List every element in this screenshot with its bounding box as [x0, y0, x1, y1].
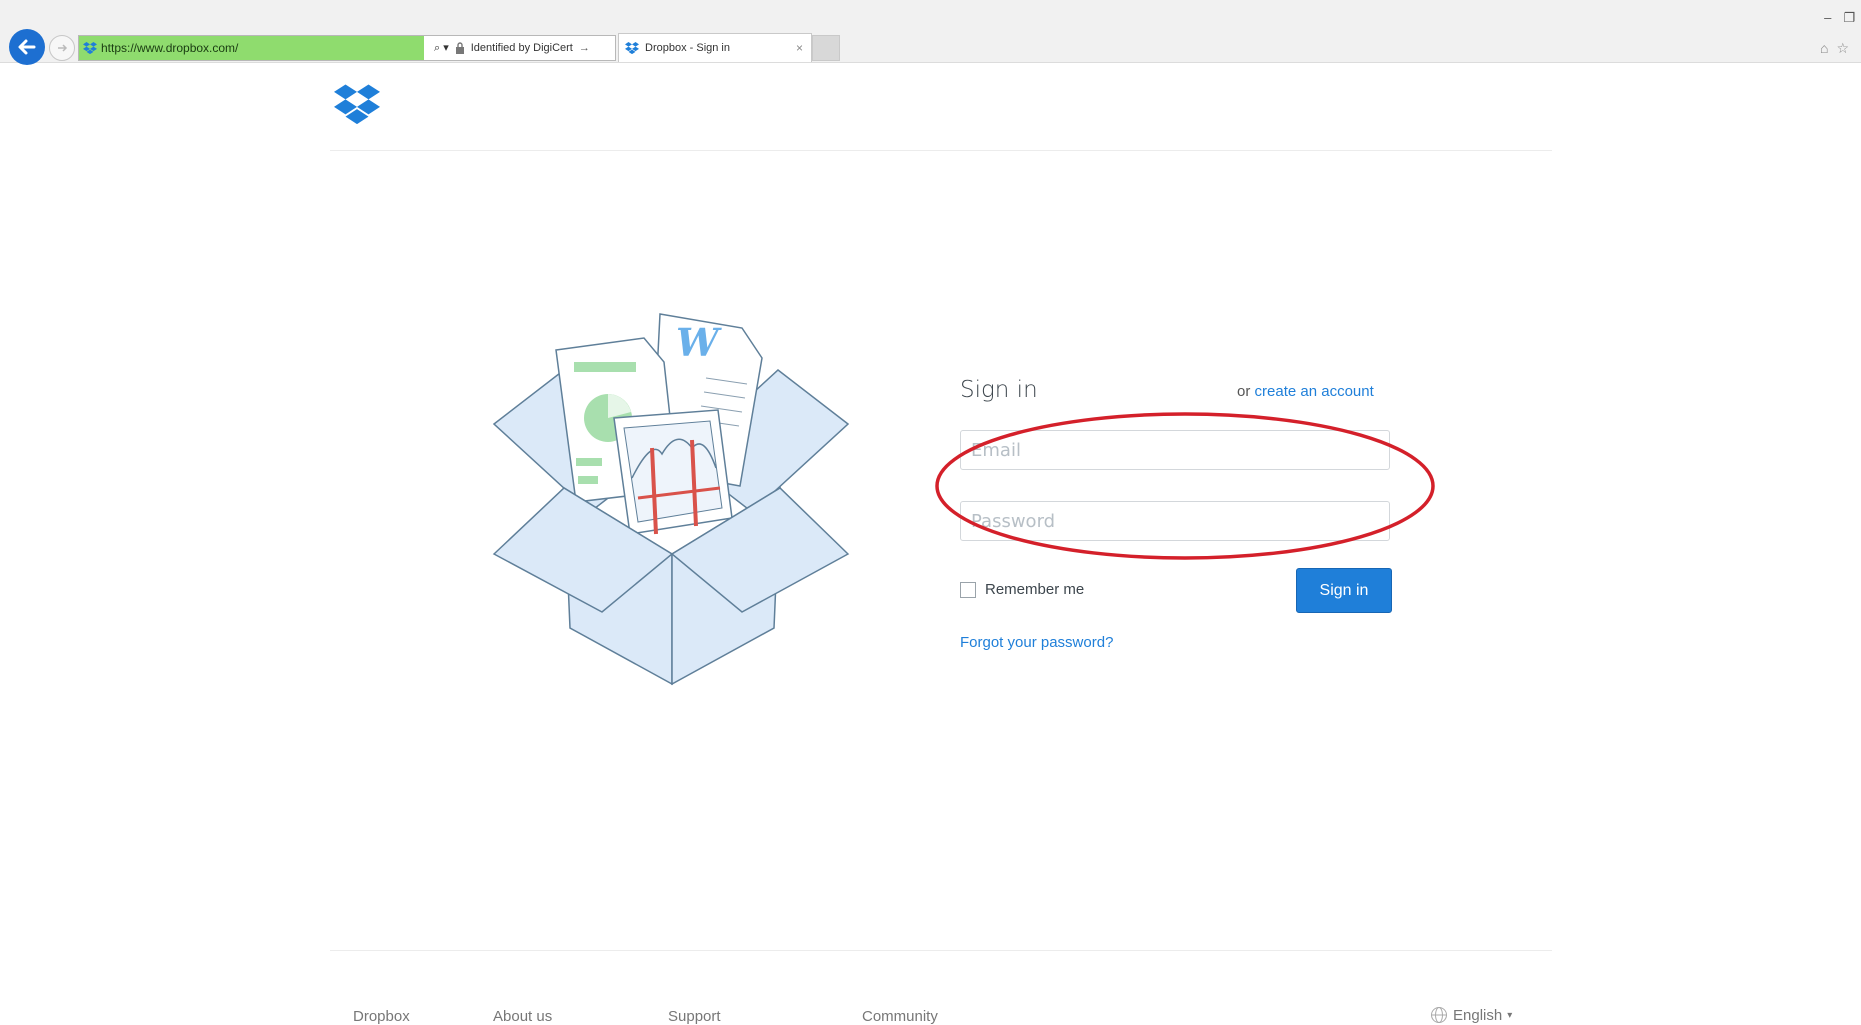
refresh-arrow-icon[interactable]: →	[579, 42, 590, 54]
create-account-row: or create an account	[1237, 383, 1374, 400]
footer-divider	[330, 950, 1552, 951]
home-icon[interactable]: ⌂	[1820, 40, 1828, 57]
signin-heading: Sign in	[960, 377, 1038, 403]
sign-in-button[interactable]: Sign in	[1296, 568, 1392, 613]
favorites-star-icon[interactable]: ☆	[1836, 40, 1849, 57]
chevron-down-icon: ▾	[1507, 1009, 1513, 1021]
tab-dropbox-signin[interactable]: Dropbox - Sign in ×	[618, 33, 812, 62]
new-tab-button[interactable]	[812, 35, 840, 61]
url-text[interactable]: https://www.dropbox.com/	[101, 41, 238, 55]
dropbox-logo-icon[interactable]	[334, 84, 380, 129]
footer-link-dropbox[interactable]: Dropbox	[353, 1008, 410, 1025]
browser-toolbar: https://www.dropbox.com/ ⌕ ▾ Identified …	[0, 0, 1861, 65]
window-controls: – ❐	[1824, 10, 1855, 26]
language-label: English	[1453, 1006, 1503, 1024]
remember-me-row[interactable]: Remember me	[960, 581, 1084, 598]
back-arrow-icon	[18, 39, 36, 55]
address-bar[interactable]: https://www.dropbox.com/ ⌕ ▾ Identified …	[78, 35, 616, 61]
lock-icon[interactable]	[455, 42, 465, 54]
remember-me-label: Remember me	[985, 581, 1085, 598]
globe-icon	[1431, 1007, 1447, 1023]
tab-close-button[interactable]: ×	[796, 41, 803, 55]
restore-button[interactable]: ❐	[1843, 10, 1855, 26]
svg-text:W: W	[676, 320, 722, 365]
red-annotation-ellipse	[935, 412, 1435, 560]
dropbox-favicon-icon	[625, 42, 639, 54]
dropbox-favicon-icon	[83, 42, 97, 54]
address-bar-secure-zone: https://www.dropbox.com/	[79, 36, 424, 60]
create-account-link[interactable]: create an account	[1255, 383, 1374, 400]
search-dropdown-icon[interactable]: ⌕ ▾	[434, 41, 449, 55]
footer-link-community[interactable]: Community	[862, 1008, 938, 1025]
minimize-button[interactable]: –	[1824, 10, 1831, 26]
remember-me-checkbox[interactable]	[960, 581, 976, 598]
browser-right-tools: ⌂ ☆	[1820, 40, 1849, 57]
header-divider	[330, 150, 1552, 151]
or-text: or	[1237, 383, 1255, 400]
bridge-photo-icon	[613, 409, 733, 535]
forward-arrow-icon	[58, 44, 68, 52]
forgot-password-link[interactable]: Forgot your password?	[960, 634, 1113, 651]
address-bar-tools: ⌕ ▾ Identified by DigiCert →	[424, 41, 590, 55]
open-box-illustration: W	[492, 313, 850, 686]
footer-link-support[interactable]: Support	[668, 1008, 721, 1025]
footer-link-about[interactable]: About us	[493, 1008, 552, 1025]
language-selector[interactable]: English ▾	[1430, 1006, 1512, 1024]
forward-button[interactable]	[49, 35, 75, 61]
back-button[interactable]	[9, 29, 45, 65]
tab-title: Dropbox - Sign in	[645, 42, 730, 54]
certificate-label[interactable]: Identified by DigiCert	[471, 42, 573, 54]
